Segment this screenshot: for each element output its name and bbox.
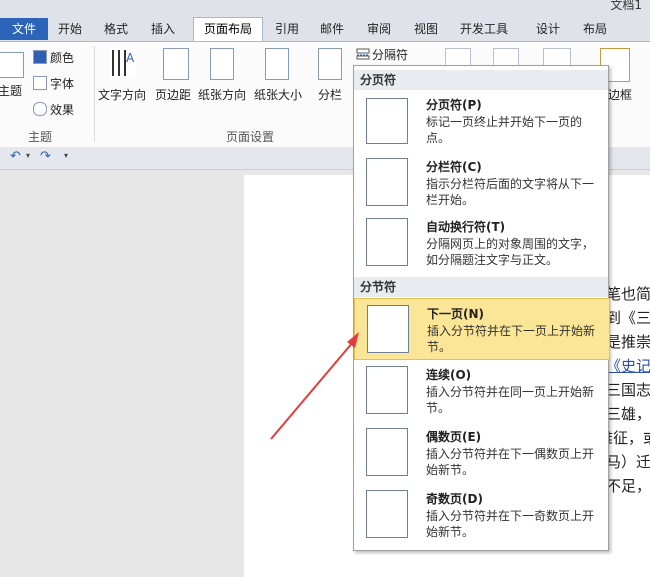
- document-line: 笔也简: [606, 285, 650, 303]
- document-line: 三雄，: [606, 405, 650, 423]
- document-line: 三国志: [606, 381, 650, 399]
- menu-item-title: 下一页(N): [427, 307, 485, 321]
- menu-item-text-wrapping-break[interactable]: 自动换行符(T) 分隔网页上的对象周围的文字，如分隔题注文字与正文。: [354, 212, 608, 272]
- document-line: 马）迁: [606, 453, 650, 471]
- colors-icon: [33, 50, 47, 64]
- text-direction-icon: A: [110, 48, 136, 78]
- tab-review[interactable]: 审阅: [367, 20, 391, 38]
- effects-icon: [33, 102, 47, 116]
- fonts-button[interactable]: 字体: [50, 75, 74, 92]
- page-break-icon: [366, 98, 408, 144]
- colors-button[interactable]: 颜色: [50, 49, 74, 66]
- tab-insert[interactable]: 插入: [151, 20, 175, 38]
- columns-icon: [318, 48, 342, 80]
- tab-references[interactable]: 引用: [275, 20, 299, 38]
- tab-home[interactable]: 开始: [58, 20, 82, 38]
- fonts-icon: [33, 76, 47, 90]
- menu-item-title: 分页符(P): [426, 98, 482, 112]
- group-label-page-setup: 页面设置: [226, 130, 275, 144]
- tab-view[interactable]: 视图: [414, 20, 438, 38]
- effects-button[interactable]: 效果: [50, 101, 74, 118]
- breaks-icon: [356, 48, 370, 60]
- menu-item-even-page[interactable]: 偶数页(E) 插入分节符并在下一偶数页上开始新节。: [354, 422, 608, 482]
- menu-item-title: 奇数页(D): [426, 492, 483, 506]
- tab-design[interactable]: 设计: [536, 20, 560, 38]
- odd-page-icon: [366, 490, 408, 538]
- menu-item-page-break[interactable]: 分页符(P) 标记一页终止并开始下一页的点。: [354, 90, 608, 152]
- menu-item-description: 标记一页终止并开始下一页的点。: [426, 115, 583, 145]
- tab-page-layout[interactable]: 页面布局: [193, 17, 263, 41]
- text-wrapping-break-icon: [366, 218, 408, 266]
- title-bar: 文档1: [0, 0, 650, 12]
- redo-icon[interactable]: ↷: [40, 149, 51, 164]
- columns-button[interactable]: 分栏: [318, 86, 342, 103]
- menu-item-description: 插入分节符并在下一偶数页上开始新节。: [426, 447, 595, 477]
- menu-item-title: 连续(O): [426, 368, 472, 382]
- annotation-arrow: [270, 332, 359, 440]
- margins-button[interactable]: 页边距: [155, 86, 191, 103]
- document-link[interactable]: 《史记: [606, 355, 650, 376]
- theme-icon: [0, 52, 24, 78]
- undo-dropdown-icon[interactable]: ▾: [26, 151, 30, 160]
- document-line: 是推崇: [606, 333, 650, 351]
- size-button[interactable]: 纸张大小: [254, 86, 302, 103]
- section-header-page-breaks: 分页符: [354, 70, 608, 90]
- tab-mailings[interactable]: 邮件: [320, 20, 344, 38]
- text-direction-button[interactable]: 文字方向: [98, 86, 146, 103]
- breaks-dropdown-menu: 分页符 分页符(P) 标记一页终止并开始下一页的点。 分栏符(C) 指示分栏符后…: [353, 65, 610, 551]
- breaks-button[interactable]: 分隔符: [372, 46, 408, 63]
- menu-item-description: 分隔网页上的对象周围的文字，如分隔题注文字与正文。: [426, 237, 595, 267]
- size-icon: [265, 48, 289, 80]
- tab-developer[interactable]: 开发工具: [460, 20, 508, 38]
- menu-item-title: 偶数页(E): [426, 430, 482, 444]
- menu-item-description: 插入分节符并在同一页上开始新节。: [426, 385, 595, 415]
- document-line: 不足，: [606, 477, 650, 495]
- menu-item-description: 指示分栏符后面的文字将从下一栏开始。: [426, 177, 595, 207]
- menu-item-description: 插入分节符并在下一页上开始新节。: [427, 324, 596, 354]
- menu-item-title: 自动换行符(T): [426, 220, 506, 234]
- menu-item-description: 插入分节符并在下一奇数页上开始新节。: [426, 509, 595, 539]
- tab-table-layout[interactable]: 布局: [583, 20, 607, 38]
- document-line: 到《三: [606, 309, 650, 327]
- svg-text:A: A: [126, 51, 135, 65]
- menu-item-next-page[interactable]: 下一页(N) 插入分节符并在下一页上开始新节。: [354, 298, 610, 360]
- group-label-theme: 主题: [28, 130, 53, 144]
- theme-button[interactable]: 主题: [0, 82, 22, 99]
- column-break-icon: [366, 158, 408, 206]
- undo-icon[interactable]: ↶: [10, 149, 21, 164]
- group-divider: [94, 46, 95, 142]
- menu-item-continuous[interactable]: 连续(O) 插入分节符并在同一页上开始新节。: [354, 360, 608, 420]
- menu-item-column-break[interactable]: 分栏符(C) 指示分栏符后面的文字将从下一栏开始。: [354, 152, 608, 212]
- orientation-icon: [210, 48, 234, 80]
- section-header-section-breaks: 分节符: [354, 277, 608, 297]
- customize-qat-icon[interactable]: ▾: [64, 151, 68, 160]
- tab-format[interactable]: 格式: [104, 20, 128, 38]
- orientation-button[interactable]: 纸张方向: [198, 86, 246, 103]
- tab-file[interactable]: 文件: [0, 18, 48, 40]
- menu-item-title: 分栏符(C): [426, 160, 482, 174]
- margins-icon: [163, 48, 189, 80]
- menu-item-odd-page[interactable]: 奇数页(D) 插入分节符并在下一奇数页上开始新节。: [354, 484, 608, 544]
